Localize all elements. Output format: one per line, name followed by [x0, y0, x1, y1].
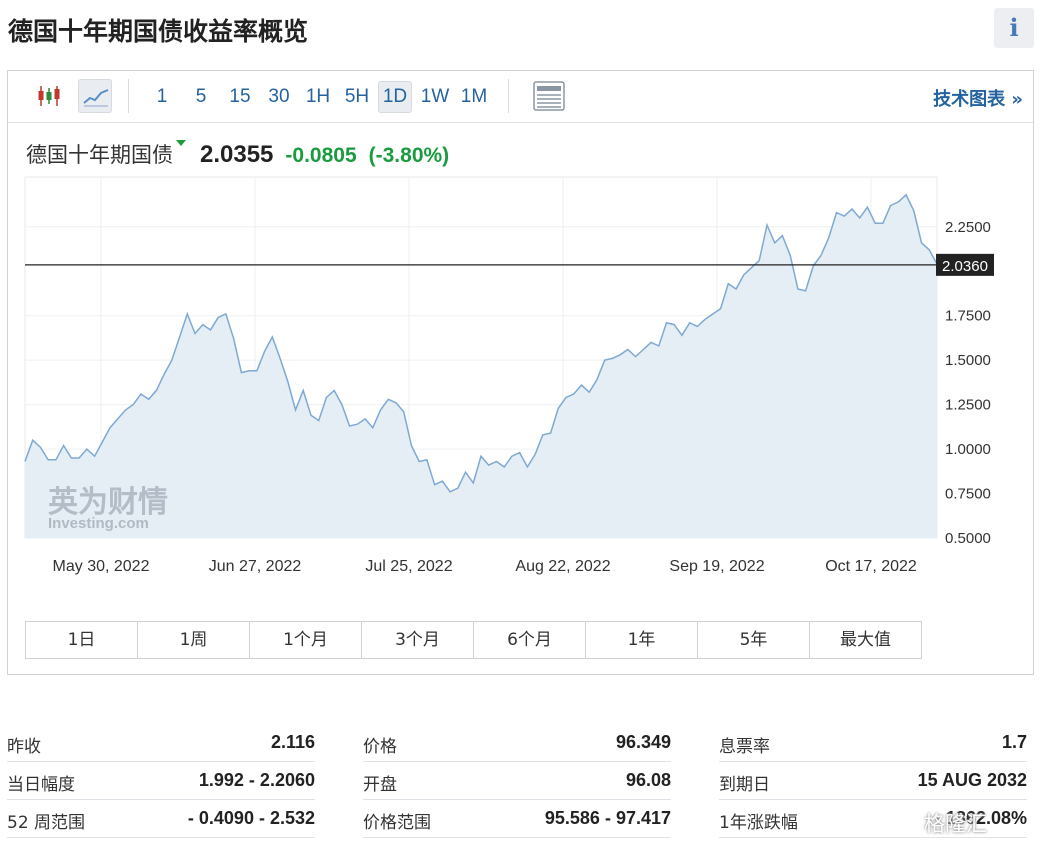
stat-label: 价格: [363, 737, 397, 757]
y-tick-label: 1.2500: [945, 397, 991, 414]
stat-label: 息票率: [719, 737, 770, 757]
y-tick-label: 2.2500: [945, 219, 991, 236]
stat-label: 昨收: [7, 737, 41, 757]
stat-row-coupon: 息票率 1.7: [719, 724, 1027, 762]
stat-value: 96.349: [615, 732, 671, 752]
stat-value: 2.116: [270, 732, 315, 752]
stat-value: - 0.4090 - 2.532: [187, 808, 315, 828]
stat-value: 95.586 - 97.417: [544, 808, 671, 828]
watermark-bottom: 格隆汇: [924, 812, 987, 836]
stat-row-52w-range: 52 周范围 - 0.4090 - 2.532: [7, 800, 315, 838]
stat-value: 1.7: [1001, 732, 1027, 752]
watermark-en: Investing.com: [48, 515, 149, 532]
stat-value: 96.08: [625, 770, 671, 790]
range-3m[interactable]: 3个月: [362, 622, 474, 658]
y-tick-label: 0.7500: [945, 486, 991, 503]
page-title: 德国十年期国债收益率概览: [8, 17, 309, 46]
stat-label: 52 周范围: [7, 813, 86, 833]
y-tick-label: 1.7500: [945, 308, 991, 325]
yield-chart: 英为财情Investing.com2.03602.25001.75001.500…: [24, 176, 994, 575]
info-icon[interactable]: i: [994, 8, 1034, 48]
stat-label: 1年涨跌幅: [719, 813, 798, 833]
stat-value: 15 AUG 2032: [917, 770, 1027, 790]
stats-column: 昨收 2.116 当日幅度 1.992 - 2.2060 52 周范围 - 0.409…: [7, 724, 315, 838]
stat-value: 1.992 - 2.2060: [198, 770, 315, 790]
range-1d[interactable]: 1日: [26, 622, 138, 658]
current-value-label: 2.0360: [942, 258, 988, 275]
x-tick-label: Jul 25, 2022: [365, 558, 452, 575]
x-tick-label: Oct 17, 2022: [825, 558, 917, 575]
range-1w[interactable]: 1周: [138, 622, 250, 658]
stat-label: 当日幅度: [7, 775, 75, 795]
stats-column: 价格 96.349 开盘 96.08 价格范围 95.586 - 97.417: [363, 724, 671, 838]
range-1y[interactable]: 1年: [586, 622, 698, 658]
stat-label: 价格范围: [363, 813, 431, 833]
y-tick-label: 0.5000: [945, 530, 991, 547]
x-tick-label: Jun 27, 2022: [209, 558, 302, 575]
x-tick-label: Sep 19, 2022: [669, 558, 764, 575]
stat-row-price: 价格 96.349: [363, 724, 671, 762]
y-tick-label: 1.5000: [945, 352, 991, 369]
stat-label: 开盘: [363, 775, 397, 795]
stat-row-day-range: 当日幅度 1.992 - 2.2060: [7, 762, 315, 800]
stat-row-open: 开盘 96.08: [363, 762, 671, 800]
chart-panel: 1 5 15 30 1H 5H 1D 1W 1M 技术图表 » 德国十年期国债 2…: [7, 70, 1034, 675]
stat-row-price-range: 价格范围 95.586 - 97.417: [363, 800, 671, 838]
range-5y[interactable]: 5年: [698, 622, 810, 658]
y-tick-label: 1.0000: [945, 441, 991, 458]
stat-row-prev-close: 昨收 2.116: [7, 724, 315, 762]
range-1m[interactable]: 1个月: [250, 622, 362, 658]
range-selector: 1日 1周 1个月 3个月 6个月 1年 5年 最大值: [25, 621, 922, 659]
stat-label: 到期日: [719, 775, 770, 795]
stat-row-maturity: 到期日 15 AUG 2032: [719, 762, 1027, 800]
range-6m[interactable]: 6个月: [474, 622, 586, 658]
x-tick-label: Aug 22, 2022: [515, 558, 610, 575]
range-max[interactable]: 最大值: [810, 622, 921, 658]
x-tick-label: May 30, 2022: [53, 558, 150, 575]
